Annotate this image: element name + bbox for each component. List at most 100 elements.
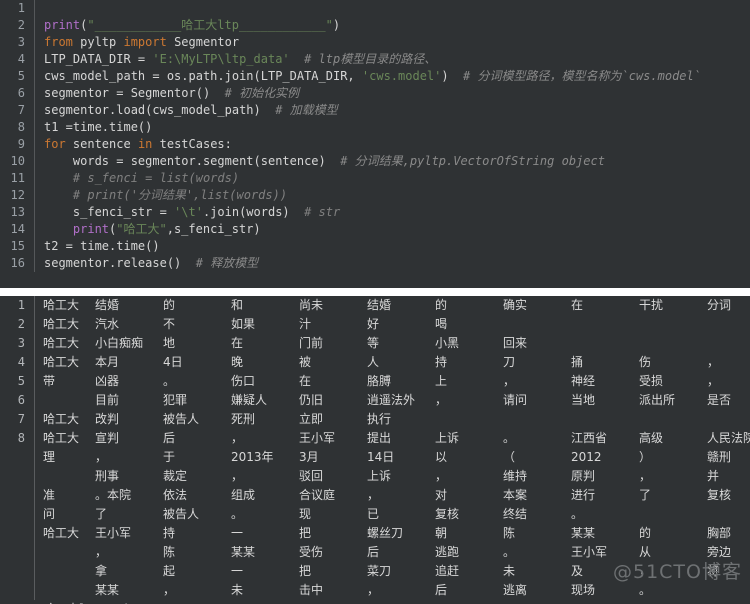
console-token: ， xyxy=(163,583,176,597)
code-token: t2 = time.time() xyxy=(44,239,160,253)
console-token: 了 xyxy=(95,507,108,521)
console-row: 刑事裁定，驳回上诉，维持原判，并依法报请本院核 xyxy=(0,467,750,486)
line-number: 9 xyxy=(17,137,25,151)
console-token: 原判 xyxy=(571,469,596,483)
console-output-panel[interactable]: 1哈工大结婚的和尚未结婚的确实在干扰分词啊2哈工大汽水不如果汁好喝3哈工大小白痴… xyxy=(0,296,750,604)
code-line[interactable]: 16 segmentor.release() # 释放模型 xyxy=(0,255,750,272)
console-token: 分词 xyxy=(707,298,732,312)
code-token: segmentor = Segmentor() xyxy=(44,86,211,100)
console-token: 追赶 xyxy=(435,564,460,578)
code-line[interactable]: 4 LTP_DATA_DIR = 'E:\MyLTP\ltp_data' # lt… xyxy=(0,51,750,68)
console-token: 的 xyxy=(163,298,176,312)
console-token: 一 xyxy=(231,526,244,540)
console-token: 等 xyxy=(367,336,380,350)
code-line[interactable]: 1 xyxy=(0,0,750,17)
code-line-content[interactable]: print("____________哈工大ltp____________") xyxy=(35,17,340,34)
console-token: 凶器 xyxy=(95,374,120,388)
console-token: 了 xyxy=(639,488,652,502)
console-row-cells: 准。本院依法组成合议庭，对本案进行了复核，并依法讯 xyxy=(35,486,750,505)
console-token: 持 xyxy=(435,355,448,369)
code-line-content[interactable]: for sentence in testCases: xyxy=(35,136,232,153)
line-number: 4 xyxy=(17,52,25,66)
console-token: 高级 xyxy=(639,431,664,445)
console-token: 驳回 xyxy=(299,469,324,483)
console-token: 问 xyxy=(43,507,56,521)
console-token: 立即 xyxy=(299,412,324,426)
code-line-content[interactable]: t2 = time.time() xyxy=(35,238,160,255)
code-line[interactable]: 14 print("哈工大",s_fenci_str) xyxy=(0,221,750,238)
code-line-content[interactable]: words = segmentor.segment(sentence) # 分词… xyxy=(35,153,605,170)
code-token: print xyxy=(72,222,110,236)
console-row-cells: 目前犯罪嫌疑人仍旧逍遥法外，请问当地派出所是否失职？ xyxy=(35,391,750,410)
code-line-content[interactable]: t1 =time.time() xyxy=(35,119,152,136)
code-token: segmentor.load(cws_model_path) xyxy=(44,103,261,117)
code-line-content[interactable]: segmentor.release() # 释放模型 xyxy=(35,255,258,272)
console-token: 当地 xyxy=(571,393,596,407)
console-token: 哈工大 xyxy=(43,412,80,426)
code-line-content[interactable]: segmentor = Segmentor() # 初始化实例 xyxy=(35,85,299,102)
console-token: 确实 xyxy=(503,298,528,312)
code-token: in xyxy=(137,137,153,151)
console-token: 和 xyxy=(231,298,244,312)
console-token: 组成 xyxy=(231,488,256,502)
console-token: 结婚 xyxy=(367,298,392,312)
console-token: 终结 xyxy=(503,507,528,521)
console-row-cells: 带凶器。伤口在胳膊上，神经受损，住院15天。 xyxy=(35,372,750,391)
code-line-content[interactable]: # print('分词结果',list(words)) xyxy=(35,187,287,204)
line-number: 14 xyxy=(10,222,25,236)
code-line-content[interactable]: s_fenci_str = '\t'.join(words) # str xyxy=(35,204,340,221)
console-token: 尚未 xyxy=(299,298,324,312)
console-token: 菜刀 xyxy=(367,564,392,578)
console-token: 是否 xyxy=(707,393,732,407)
console-token: 逃跑 xyxy=(435,545,460,559)
console-row-cells: 刑事裁定，驳回上诉，维持原判，并依法报请本院核 xyxy=(35,467,750,486)
code-line[interactable]: 9 for sentence in testCases: xyxy=(0,136,750,153)
code-line[interactable]: 10 words = segmentor.segment(sentence) #… xyxy=(0,153,750,170)
code-line-content[interactable]: # s_fenci = list(words) xyxy=(35,170,239,187)
console-token: 以 xyxy=(435,450,448,464)
code-line[interactable]: 5 cws_model_path = os.path.join(LTP_DATA_… xyxy=(0,68,750,85)
console-token: 逃离 xyxy=(503,583,528,597)
console-token xyxy=(43,562,95,581)
code-line[interactable]: 8 t1 =time.time() xyxy=(0,119,750,136)
code-token: "哈工大" xyxy=(116,222,167,236)
code-line[interactable]: 2 print("____________哈工大ltp____________") xyxy=(0,17,750,34)
code-line[interactable]: 15 t2 = time.time() xyxy=(0,238,750,255)
console-token: 被 xyxy=(299,355,312,369)
code-token: # str xyxy=(289,205,341,219)
console-line-number: 2 xyxy=(17,317,25,331)
code-line[interactable]: 3 from pyltp import Segmentor xyxy=(0,34,750,51)
console-token: 某某 xyxy=(95,583,120,597)
code-line-content[interactable]: print("哈工大",s_fenci_str) xyxy=(35,221,261,238)
code-line-content[interactable]: segmentor.load(cws_model_path) # 加载模型 xyxy=(35,102,338,119)
console-token: 执行 xyxy=(367,412,392,426)
console-token: （ xyxy=(503,450,516,464)
code-line-content[interactable]: cws_model_path = os.path.join(LTP_DATA_D… xyxy=(35,68,701,85)
console-row-cells: 哈工大结婚的和尚未结婚的确实在干扰分词啊 xyxy=(35,296,750,315)
console-token: 王小军 xyxy=(299,431,336,445)
console-token: 结婚 xyxy=(95,298,120,312)
code-editor-panel[interactable]: 1 2 print("____________哈工大ltp____________"… xyxy=(0,0,750,288)
console-token: 。 xyxy=(231,507,244,521)
code-line[interactable]: 13 s_fenci_str = '\t'.join(words) # str xyxy=(0,204,750,221)
console-row-cells: 哈工大 汽水 不 如果 汁 好 喝 xyxy=(35,315,503,334)
code-line[interactable]: 11 # s_fenci = list(words) xyxy=(0,170,750,187)
code-line[interactable]: 12 # print('分词结果',list(words)) xyxy=(0,187,750,204)
console-token: 受损 xyxy=(639,374,664,388)
console-row-cells: 哈工大 小白痴痴 地 在 门前 等 小黑 回来 xyxy=(35,334,571,353)
console-token: 理 xyxy=(43,450,56,464)
console-token: 目前 xyxy=(95,393,120,407)
code-line-content[interactable]: from pyltp import Segmentor xyxy=(35,34,239,51)
code-editor-lines[interactable]: 1 2 print("____________哈工大ltp____________"… xyxy=(0,0,750,272)
console-token: ， xyxy=(95,545,108,559)
code-token: 'cws.model' xyxy=(361,69,442,83)
code-line[interactable]: 6 segmentor = Segmentor() # 初始化实例 xyxy=(0,85,750,102)
watermark-label: @51CTO博客 xyxy=(612,561,742,583)
console-token: 某某 xyxy=(571,526,596,540)
code-line-content[interactable]: LTP_DATA_DIR = 'E:\MyLTP\ltp_data' # ltp… xyxy=(35,51,436,68)
code-token: .join(words) xyxy=(202,205,290,219)
console-line-number: 8 xyxy=(17,431,25,445)
code-line[interactable]: 7 segmentor.load(cws_model_path) # 加载模型 xyxy=(0,102,750,119)
console-output-rows[interactable]: 1哈工大结婚的和尚未结婚的确实在干扰分词啊2哈工大汽水不如果汁好喝3哈工大小白痴… xyxy=(0,296,750,600)
console-row: 准。本院依法组成合议庭，对本案进行了复核，并依法讯 xyxy=(0,486,750,505)
